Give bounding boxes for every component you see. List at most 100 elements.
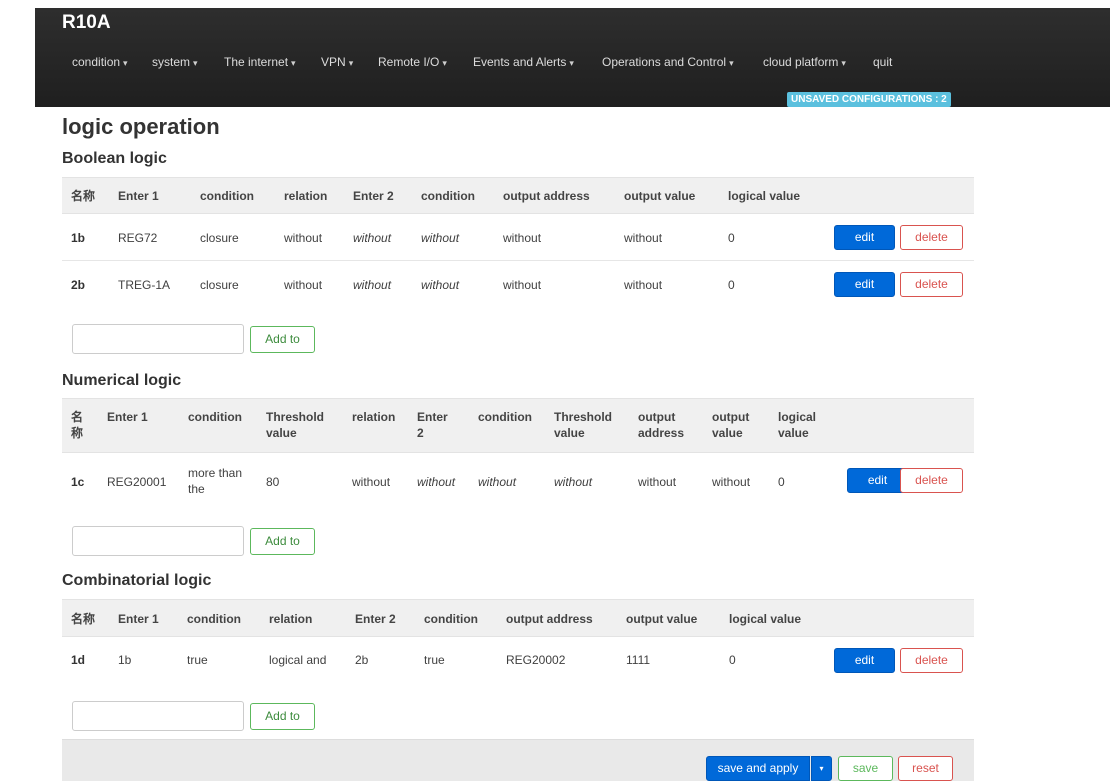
boolean-new-name-input[interactable] [72,324,244,354]
cell-output-value: 1111 [626,653,651,667]
chevron-down-icon: ▾ [729,58,734,68]
boolean-add-button[interactable]: Add to [250,326,315,353]
cell-output-address: without [638,475,677,489]
column-header: output address [503,189,590,203]
column-header: logical value [729,612,802,626]
cell-threshold: 80 [266,475,280,489]
cell-relation: without [284,278,323,292]
cell-output-address: without [503,231,542,245]
table-row: 1c REG20001 more than the 80 without wit… [62,453,974,509]
column-header: Enter 1 [118,612,159,626]
menu-item-operations-control[interactable]: Operations and Control ▾ [602,55,734,69]
cell-condition2: true [424,653,445,667]
column-header: 名称 [71,410,84,440]
section-title-numerical: Numerical logic [62,372,182,389]
menu-item-system[interactable]: system ▾ [152,55,198,69]
combinatorial-new-name-input[interactable] [72,701,244,731]
column-header: 名称 [71,612,96,626]
chevron-down-icon: ▾ [348,58,354,68]
column-header: Enter 1 [107,410,148,424]
cell-condition: closure [200,231,239,245]
cell-condition2: without [421,278,460,292]
combinatorial-add-button[interactable]: Add to [250,703,315,730]
menu-item-internet[interactable]: The internet ▾ [224,55,296,69]
menu-item-condition[interactable]: condition ▾ [72,55,128,69]
table-row: 2b TREG-1A closure without without witho… [62,261,974,307]
cell-enter2: without [417,475,456,489]
column-header: 名称 [71,189,96,203]
delete-button[interactable]: delete [900,648,963,673]
column-header: condition [424,612,478,626]
cell-condition: closure [200,278,239,292]
cell-relation: without [352,475,391,489]
delete-button[interactable]: delete [900,225,963,250]
section-title-combinatorial: Combinatorial logic [62,572,212,589]
chevron-down-icon: ▾ [819,764,824,773]
menu-item-remote-io[interactable]: Remote I/O ▾ [378,55,447,69]
delete-button[interactable]: delete [900,468,963,493]
save-and-apply-button[interactable]: save and apply [706,756,810,781]
column-header: output value [712,410,750,440]
menu-label: system [152,55,191,69]
cell-output-address: REG20002 [506,653,566,667]
cell-logical-value: 0 [728,231,735,245]
column-header: logical value [778,410,817,440]
cell-enter1: 1b [118,653,132,667]
cell-enter1: TREG-1A [118,278,171,292]
edit-button[interactable]: edit [834,648,895,673]
column-header: relation [269,612,313,626]
column-header: output address [638,410,685,440]
cell-condition: true [187,653,208,667]
column-header: condition [200,189,254,203]
cell-condition2: without [421,231,460,245]
edit-button[interactable]: edit [834,225,895,250]
edit-button[interactable]: edit [847,468,908,493]
menu-label: Events and Alerts [473,55,567,69]
page-title: logic operation [62,114,220,139]
menu-label: quit [873,55,893,69]
column-header: output value [626,612,698,626]
menu-label: Operations and Control [602,55,727,69]
top-navbar: R10A condition ▾ system ▾ The internet ▾ VP… [35,8,1110,107]
chevron-down-icon: ▾ [193,58,198,68]
save-button[interactable]: save [838,756,893,781]
menu-label: condition [72,55,121,69]
delete-button[interactable]: delete [900,272,963,297]
column-header: condition [188,410,242,424]
column-header: Enter 2 [355,612,396,626]
column-header: output value [624,189,696,203]
cell-name: 2b [71,278,86,292]
column-header: Enter 1 [118,189,159,203]
save-apply-dropdown-toggle[interactable]: ▾ [811,756,832,781]
chevron-down-icon: ▾ [442,58,447,68]
cell-relation: without [284,231,323,245]
column-header: relation [352,410,396,424]
cell-output-address: without [503,278,542,292]
column-header: Enter 2 [353,189,394,203]
menu-item-cloud-platform[interactable]: cloud platform ▾ [763,55,846,69]
unsaved-configurations-badge[interactable]: UNSAVED CONFIGURATIONS : 2 [787,92,951,107]
cell-output-value: without [712,475,751,489]
reset-button[interactable]: reset [898,756,953,781]
cell-logical-value: 0 [728,278,735,292]
column-header: output address [506,612,593,626]
column-header: Enter 2 [417,410,448,440]
edit-button[interactable]: edit [834,272,895,297]
menu-label: cloud platform [763,55,839,69]
section-title-boolean: Boolean logic [62,150,167,167]
menu-item-events-alerts[interactable]: Events and Alerts ▾ [473,55,574,69]
column-header: Threshold value [554,410,613,440]
numerical-new-name-input[interactable] [72,526,244,556]
menu-item-quit[interactable]: quit [873,55,892,69]
cell-enter1: REG20001 [107,475,167,489]
cell-logical-value: 0 [729,653,736,667]
column-header: condition [187,612,241,626]
menu-item-vpn[interactable]: VPN ▾ [321,55,353,69]
column-header: condition [421,189,475,203]
cell-enter2: without [353,231,392,245]
column-header: Threshold value [266,410,325,440]
combinatorial-table-header: 名称 Enter 1 condition relation Enter 2 co… [62,599,974,637]
numerical-add-button[interactable]: Add to [250,528,315,555]
brand-logo[interactable]: R10A [62,12,111,34]
cell-logical-value: 0 [778,475,785,489]
